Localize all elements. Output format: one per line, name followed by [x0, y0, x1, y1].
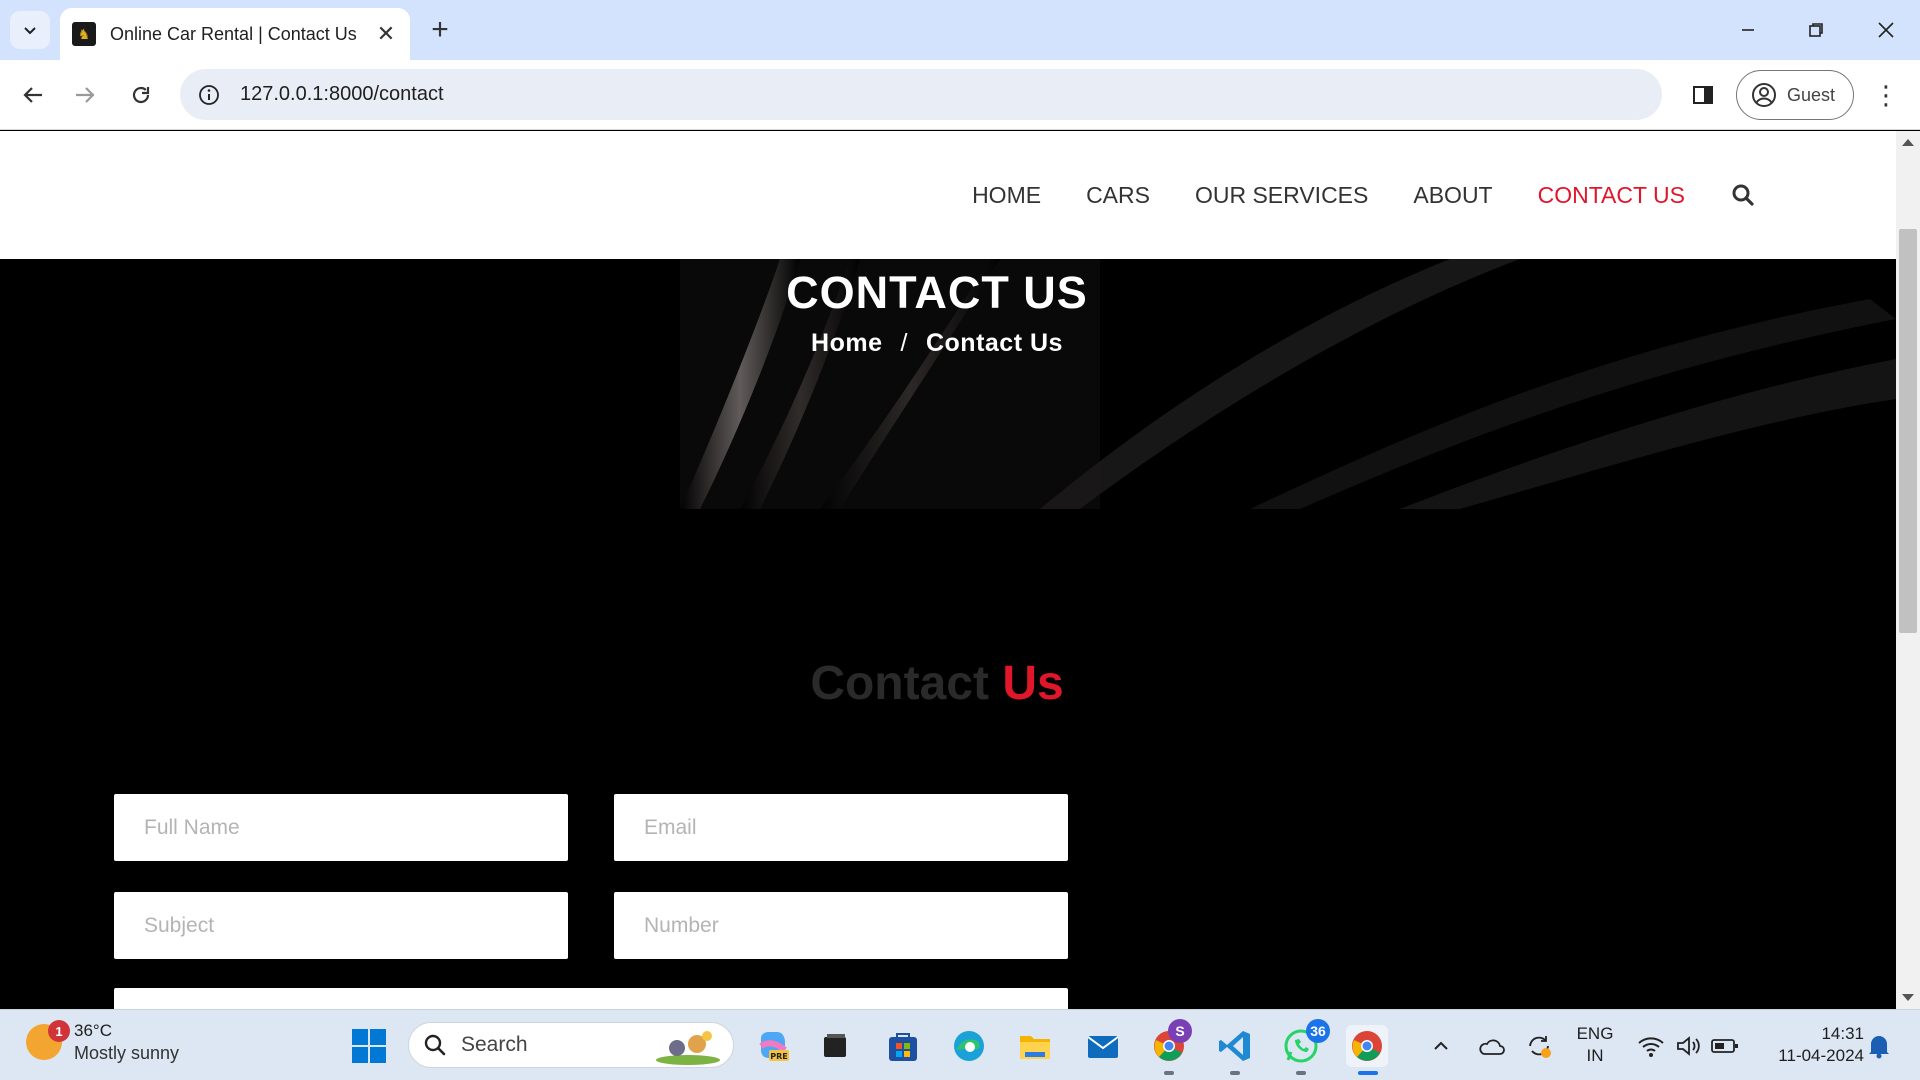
side-panel-icon[interactable] — [1682, 74, 1724, 116]
hero-title: CONTACT US — [786, 267, 1088, 318]
chevron-down-icon — [24, 27, 36, 35]
scroll-up-arrow-icon[interactable] — [1902, 139, 1914, 146]
running-indicator — [1296, 1071, 1306, 1075]
search-highlight-illustration-icon — [656, 1031, 720, 1065]
browser-tab-active[interactable]: ♞ Online Car Rental | Contact Us ✕ — [60, 8, 410, 60]
new-tab-plus-icon[interactable]: + — [424, 13, 456, 46]
section-title: Contact Us — [0, 656, 1874, 711]
mail-icon[interactable] — [1082, 1025, 1124, 1067]
vscode-icon[interactable] — [1214, 1025, 1256, 1075]
full-name-input[interactable] — [114, 794, 568, 861]
whatsapp-icon[interactable]: 36 — [1280, 1019, 1330, 1075]
battery-icon[interactable] — [1704, 1025, 1746, 1067]
running-indicator — [1230, 1071, 1240, 1075]
region-code: IN — [1586, 1046, 1604, 1065]
whatsapp-unread-badge: 36 — [1306, 1019, 1330, 1043]
sunny-weather-icon: 1 — [26, 1020, 70, 1060]
nav-home[interactable]: HOME — [972, 182, 1041, 209]
windows-taskbar: 1 36°C Mostly sunny Search PRE S 36 ENG … — [0, 1009, 1920, 1080]
page-scrollbar[interactable] — [1896, 131, 1920, 1009]
weather-widget[interactable]: 1 36°C Mostly sunny — [26, 1020, 179, 1064]
email-input[interactable] — [614, 794, 1068, 861]
more-menu-icon[interactable]: ⋮ — [1866, 74, 1906, 116]
page-viewport: HOME CARS OUR SERVICES ABOUT CONTACT US — [0, 131, 1896, 1009]
active-indicator — [1358, 1071, 1378, 1075]
microsoft-store-icon[interactable] — [882, 1025, 924, 1067]
clock[interactable]: 14:31 11-04-2024 — [1752, 1023, 1864, 1067]
weather-temperature: 36°C — [74, 1021, 112, 1040]
restore-window-icon[interactable] — [1796, 10, 1836, 50]
site-favicon-icon: ♞ — [72, 22, 96, 46]
taskbar-search-label: Search — [461, 1033, 528, 1056]
edge-browser-icon[interactable] — [948, 1025, 990, 1067]
scroll-down-arrow-icon[interactable] — [1902, 994, 1914, 1001]
close-window-icon[interactable] — [1866, 10, 1906, 50]
site-nav: HOME CARS OUR SERVICES ABOUT CONTACT US — [927, 131, 1756, 259]
number-input[interactable] — [614, 892, 1068, 959]
running-indicator — [1164, 1071, 1174, 1075]
section-title-word-2: Us — [1002, 657, 1064, 710]
browser-tab-bar: ♞ Online Car Rental | Contact Us ✕ + — [0, 0, 1920, 60]
show-hidden-icons-chevron-icon[interactable] — [1420, 1025, 1462, 1067]
subject-input[interactable] — [114, 892, 568, 959]
chrome-profile-badge: S — [1168, 1019, 1192, 1043]
task-view-icon[interactable] — [814, 1025, 856, 1067]
site-header: HOME CARS OUR SERVICES ABOUT CONTACT US — [0, 131, 1896, 259]
search-icon[interactable] — [1730, 182, 1756, 208]
close-tab-icon[interactable]: ✕ — [374, 21, 398, 46]
breadcrumb: Home / Contact Us — [0, 329, 1874, 358]
weather-description: Mostly sunny — [74, 1043, 180, 1063]
nav-cars[interactable]: CARS — [1086, 182, 1150, 209]
scrollbar-thumb[interactable] — [1899, 229, 1917, 633]
breadcrumb-home-link[interactable]: Home — [811, 329, 882, 357]
chrome-profile-s-icon[interactable]: S — [1148, 1019, 1192, 1075]
site-info-icon[interactable] — [196, 82, 222, 108]
nav-about[interactable]: ABOUT — [1413, 182, 1492, 209]
windows-start-icon[interactable] — [348, 1025, 390, 1067]
taskbar-search-box[interactable]: Search — [408, 1022, 734, 1068]
message-textarea[interactable] — [114, 988, 1068, 1009]
minimize-window-icon[interactable] — [1728, 10, 1768, 50]
nav-contact-us[interactable]: CONTACT US — [1538, 182, 1685, 209]
svg-text:PRE: PRE — [770, 1052, 788, 1061]
clock-date: 11-04-2024 — [1778, 1046, 1864, 1065]
sync-status-icon[interactable] — [1518, 1025, 1560, 1067]
wifi-icon[interactable] — [1630, 1025, 1672, 1067]
notification-bell-icon[interactable] — [1858, 1025, 1900, 1067]
browser-toolbar: 127.0.0.1:8000/contact Guest ⋮ — [0, 60, 1920, 130]
profile-button[interactable]: Guest — [1736, 70, 1854, 120]
breadcrumb-current: Contact Us — [925, 329, 1063, 357]
hero-banner: CONTACT US Home / Contact Us — [0, 259, 1896, 509]
address-bar[interactable]: 127.0.0.1:8000/contact — [180, 69, 1662, 120]
account-circle-icon — [1752, 83, 1776, 107]
copilot-preview-icon[interactable]: PRE — [752, 1025, 794, 1067]
chrome-active-icon[interactable] — [1346, 1025, 1388, 1075]
weather-notification-badge: 1 — [48, 1020, 70, 1042]
language-indicator[interactable]: ENG IN — [1570, 1023, 1620, 1067]
reload-icon[interactable] — [120, 74, 162, 116]
clock-time: 14:31 — [1821, 1024, 1864, 1043]
profile-label: Guest — [1787, 84, 1836, 105]
section-title-word-1: Contact — [810, 657, 989, 710]
nav-our-services[interactable]: OUR SERVICES — [1195, 182, 1368, 209]
tab-search-button[interactable] — [10, 11, 50, 49]
tab-title: Online Car Rental | Contact Us — [110, 23, 357, 44]
forward-arrow-icon[interactable] — [64, 74, 106, 116]
url-text: 127.0.0.1:8000/contact — [240, 83, 444, 105]
breadcrumb-separator: / — [900, 329, 908, 357]
onedrive-cloud-icon[interactable] — [1470, 1025, 1512, 1067]
file-explorer-icon[interactable] — [1014, 1025, 1056, 1067]
search-icon — [424, 1034, 446, 1056]
language-code: ENG — [1576, 1024, 1614, 1043]
back-arrow-icon[interactable] — [12, 74, 54, 116]
